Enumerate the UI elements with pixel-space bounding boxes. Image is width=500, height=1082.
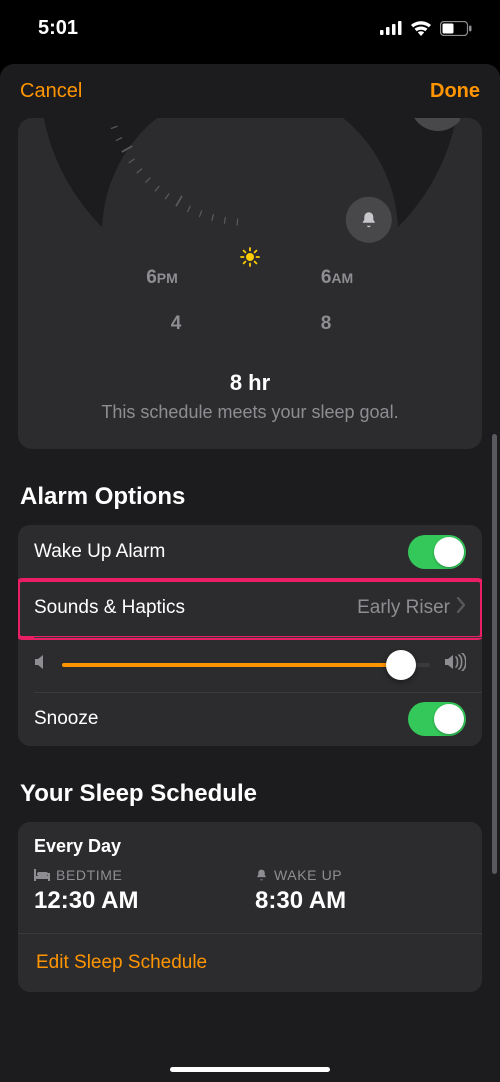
alarm-options-heading: Alarm Options	[20, 483, 480, 511]
schedule-day: Every Day	[34, 836, 466, 857]
bedtime-value: 12:30 AM	[34, 887, 245, 915]
volume-high-icon	[444, 653, 466, 676]
dial-label-6am: 6	[321, 267, 332, 288]
chevron-right-icon	[456, 597, 466, 619]
sleep-goal-message: This schedule meets your sleep goal.	[18, 402, 482, 423]
bedtime-col: BEDTIME 12:30 AM	[34, 867, 245, 915]
volume-row	[18, 637, 482, 692]
snooze-row: Snooze	[18, 692, 482, 746]
status-indicators	[380, 20, 472, 36]
alarm-options-list: Wake Up Alarm Sounds & Haptics Early Ris…	[18, 525, 482, 746]
done-button[interactable]: Done	[430, 80, 480, 103]
wake-up-alarm-label: Wake Up Alarm	[34, 541, 408, 563]
status-time: 5:01	[38, 17, 78, 40]
modal-sheet: Cancel Done	[0, 64, 500, 1082]
volume-low-icon	[34, 654, 48, 675]
sounds-haptics-label: Sounds & Haptics	[34, 597, 357, 619]
bell-icon	[360, 211, 378, 229]
wake-handle[interactable]	[346, 197, 392, 243]
sleep-schedule-card: Every Day BEDTIME 12:30 AM WAKE UP 8:30 …	[18, 822, 482, 992]
bedtime-label: BEDTIME	[56, 867, 122, 883]
cancel-button[interactable]: Cancel	[20, 80, 82, 103]
sleep-schedule-heading: Your Sleep Schedule	[20, 780, 480, 808]
sounds-haptics-value: Early Riser	[357, 597, 450, 619]
dial-label-8: 8	[321, 313, 332, 335]
wakeup-label: WAKE UP	[274, 867, 342, 883]
edit-schedule-button[interactable]: Edit Sleep Schedule	[34, 934, 466, 974]
sleep-dial[interactable]: 6PM 6AM 4 8 2 10 12PM	[18, 118, 482, 348]
scroll-indicator	[492, 434, 497, 874]
battery-icon	[440, 21, 472, 36]
status-bar: 5:01	[0, 0, 500, 56]
sounds-haptics-row[interactable]: Sounds & Haptics Early Riser	[18, 579, 482, 637]
snooze-toggle[interactable]	[408, 702, 466, 736]
wakeup-value: 8:30 AM	[255, 887, 466, 915]
snooze-label: Snooze	[34, 708, 408, 730]
nav-bar: Cancel Done	[0, 64, 500, 118]
sun-icon	[240, 247, 260, 272]
wake-up-alarm-toggle[interactable]	[408, 535, 466, 569]
bed-icon	[34, 869, 50, 881]
wake-up-alarm-row: Wake Up Alarm	[18, 525, 482, 579]
wifi-icon	[410, 20, 432, 36]
wakeup-col: WAKE UP 8:30 AM	[255, 867, 466, 915]
bell-small-icon	[255, 868, 268, 882]
sleep-duration: 8 hr	[18, 370, 482, 396]
cellular-icon	[380, 21, 402, 35]
dial-label-4: 4	[171, 313, 182, 335]
home-indicator[interactable]	[170, 1067, 330, 1072]
dial-label-6pm: 6	[146, 267, 157, 288]
sleep-dial-card: 6PM 6AM 4 8 2 10 12PM 8 hr	[18, 118, 482, 449]
volume-slider[interactable]	[62, 663, 430, 667]
